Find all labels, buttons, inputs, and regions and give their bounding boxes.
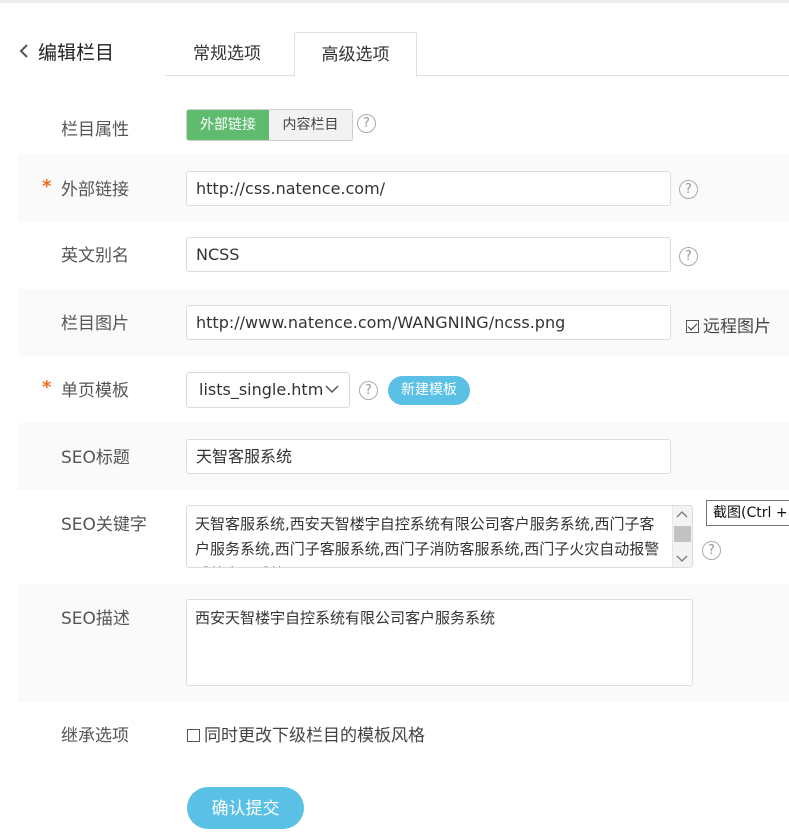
help-icon[interactable]: ? xyxy=(359,381,378,400)
column-type-label: 栏目属性 xyxy=(61,120,129,140)
column-type-toggle: 外部链接 内容栏目 xyxy=(186,109,353,141)
tabs-divider xyxy=(165,75,789,76)
inherit-label: 继承选项 xyxy=(61,726,129,746)
english-alias-label: 英文别名 xyxy=(61,246,129,266)
screenshot-tooltip: 截图(Ctrl + xyxy=(706,500,789,526)
column-image-input[interactable]: http://www.natence.com/WANGNING/ncss.png xyxy=(186,305,671,340)
column-image-label: 栏目图片 xyxy=(61,314,129,334)
single-template-label: 单页模板 xyxy=(61,381,129,401)
seo-keywords-text: 天智客服系统,西安天智楼宇自控系统有限公司客户服务系统,西门子客户服务系统,西门… xyxy=(195,515,660,567)
page-title: 编辑栏目 xyxy=(38,41,115,64)
seo-keywords-label: SEO关键字 xyxy=(61,515,147,535)
chevron-left-icon xyxy=(19,44,28,58)
seo-description-label: SEO描述 xyxy=(61,609,130,629)
scroll-down-icon[interactable] xyxy=(676,553,688,563)
remote-image-label: 远程图片 xyxy=(703,317,771,337)
required-marker: * xyxy=(42,176,52,197)
row-column-type: 栏目属性 xyxy=(18,93,789,155)
external-link-input[interactable]: http://css.natence.com/ xyxy=(186,171,671,206)
toggle-external-link[interactable]: 外部链接 xyxy=(187,110,269,140)
remote-image-checkbox[interactable] xyxy=(686,320,699,333)
tab-general[interactable]: 常规选项 xyxy=(165,32,289,75)
english-alias-input[interactable]: NCSS xyxy=(186,237,671,272)
template-select-value: lists_single.htm xyxy=(199,380,324,399)
help-icon[interactable]: ? xyxy=(357,114,376,133)
new-template-button[interactable]: 新建模板 xyxy=(388,376,470,405)
seo-title-input[interactable]: 天智客服系统 xyxy=(186,439,671,474)
seo-title-label: SEO标题 xyxy=(61,448,130,468)
remote-image-option[interactable]: 远程图片 xyxy=(686,312,771,337)
chevron-down-icon xyxy=(325,385,339,394)
toggle-content-column[interactable]: 内容栏目 xyxy=(269,110,352,140)
inherit-checkbox-label: 同时更改下级栏目的模板风格 xyxy=(204,726,425,746)
top-border xyxy=(0,0,789,3)
submit-button[interactable]: 确认提交 xyxy=(187,787,304,829)
back-button[interactable]: 编辑栏目 xyxy=(16,36,114,66)
help-icon[interactable]: ? xyxy=(702,541,721,560)
scroll-up-icon[interactable] xyxy=(676,510,688,520)
textarea-scrollbar[interactable] xyxy=(672,506,692,567)
seo-keywords-textarea[interactable]: 天智客服系统,西安天智楼宇自控系统有限公司客户服务系统,西门子客户服务系统,西门… xyxy=(186,505,693,568)
tab-advanced[interactable]: 高级选项 xyxy=(294,32,417,77)
help-icon[interactable]: ? xyxy=(679,180,698,199)
inherit-option[interactable]: 同时更改下级栏目的模板风格 xyxy=(187,721,425,746)
seo-description-textarea[interactable]: 西安天智楼宇自控系统有限公司客户服务系统 xyxy=(186,599,693,686)
help-icon[interactable]: ? xyxy=(679,247,698,266)
template-select[interactable]: lists_single.htm xyxy=(186,372,350,408)
inherit-checkbox[interactable] xyxy=(187,729,200,742)
scroll-thumb[interactable] xyxy=(674,526,691,542)
external-link-label: 外部链接 xyxy=(61,180,129,200)
required-marker: * xyxy=(42,377,52,398)
